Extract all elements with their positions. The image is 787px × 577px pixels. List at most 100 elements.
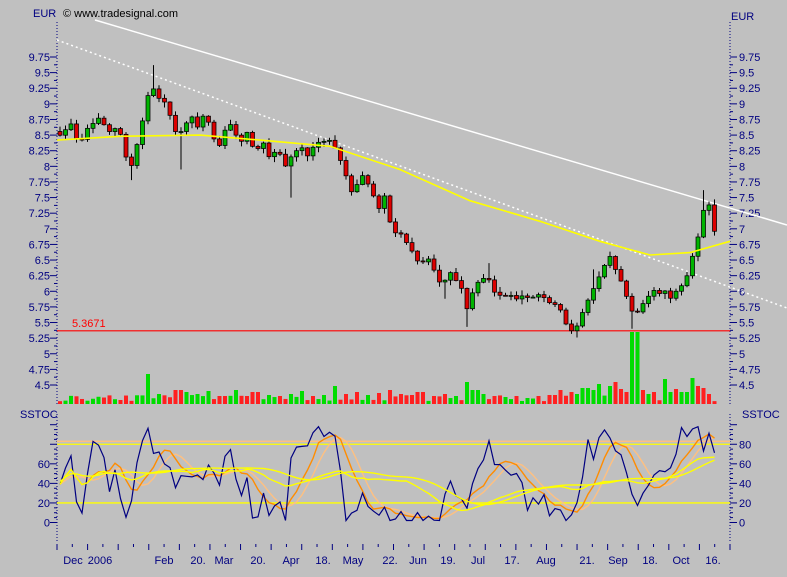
axis-tick-label: 9.25 <box>29 83 50 95</box>
axis-tick-label: 4.75 <box>29 364 50 376</box>
candle-body <box>541 294 547 299</box>
candle-body <box>409 242 415 252</box>
volume-bar <box>338 399 343 404</box>
axis-tick-label: 7.75 <box>29 177 50 189</box>
candle-body <box>475 281 481 294</box>
candle-body <box>426 258 431 263</box>
volume-bar <box>245 396 249 404</box>
candle-body <box>101 117 107 126</box>
volume-bar <box>459 400 464 404</box>
volume-bar <box>415 392 420 404</box>
candle-body <box>184 122 189 132</box>
axis-tick-label: 7.25 <box>29 208 50 220</box>
candle-body <box>393 221 398 234</box>
volume-bar <box>448 398 453 404</box>
candle-body <box>57 131 63 136</box>
volume-bar <box>239 395 244 404</box>
volume-bar <box>234 390 238 404</box>
volume-bar <box>630 332 634 404</box>
candle-body <box>74 123 79 140</box>
axis-tick-label: 0 <box>44 518 50 530</box>
volume-bar <box>272 397 277 404</box>
volume-bar <box>514 396 519 404</box>
candle-body <box>492 279 497 293</box>
volume-bar <box>206 391 211 404</box>
volume-bar <box>597 384 601 404</box>
volume-bar <box>135 395 139 404</box>
volume-bar <box>602 395 607 404</box>
volume-bar <box>426 400 431 404</box>
candle-body <box>442 279 448 283</box>
time-axis-label: Aug <box>536 555 556 567</box>
candle-body <box>602 264 607 278</box>
volume-bar <box>212 399 216 404</box>
candle-body <box>299 147 305 152</box>
volume-bar <box>162 395 167 404</box>
candle-body <box>134 144 140 166</box>
candle-body <box>112 128 118 132</box>
support-level-label: 5.3671 <box>72 318 106 330</box>
candle-body <box>574 325 580 332</box>
volume-bar <box>652 392 656 404</box>
candle-body <box>178 131 184 133</box>
axes <box>50 22 737 541</box>
candle-body <box>261 142 266 149</box>
volume-bar <box>646 394 651 404</box>
candle-body <box>195 116 200 128</box>
candle-body <box>371 183 376 197</box>
volume-bar <box>613 382 618 404</box>
candle-body <box>365 175 371 185</box>
volume-bar <box>443 394 447 404</box>
candle-body <box>360 175 365 185</box>
trading-chart-window: 4.5 4.75 5 5.25 5.5 5.75 6 6.25 6.5 6.75 7 7.25 7.5 7… <box>0 0 787 577</box>
candle-body <box>288 156 294 167</box>
axis-tick-label: 8.5 <box>739 130 754 142</box>
volume-bar <box>195 394 200 404</box>
candle-body <box>140 120 145 145</box>
axis-tick-label: 7.5 <box>35 193 50 205</box>
volume-bar <box>470 390 475 404</box>
axis-tick-label: 5.5 <box>35 318 50 330</box>
axis-tick-label: 5.5 <box>739 318 754 330</box>
volume-bar <box>223 396 227 404</box>
axis-tick-label: 7.75 <box>739 177 760 189</box>
axis-tick-label: 9 <box>739 99 745 111</box>
volume-bar <box>377 393 381 404</box>
volume-bar <box>388 390 392 404</box>
candle-body <box>613 256 618 270</box>
candle-body <box>173 114 178 132</box>
volume-bars <box>58 332 717 404</box>
candle-body <box>657 290 662 294</box>
volume-bar <box>663 379 667 404</box>
candle-body <box>519 295 525 300</box>
chart-canvas: 4.5 4.75 5 5.25 5.5 5.75 6 6.25 6.5 6.75 7 7.25 7.5 7… <box>29 19 787 567</box>
time-axis-label: Dec <box>63 555 83 567</box>
candle-body <box>690 255 695 277</box>
volume-bar <box>586 388 590 404</box>
candle-body <box>580 312 585 327</box>
candle-body <box>63 129 68 136</box>
candle-body <box>618 269 624 282</box>
axis-tick-label: 8.5 <box>35 130 50 142</box>
candle-body <box>558 304 563 311</box>
candle-body <box>646 295 651 304</box>
axis-tick-label: 9.5 <box>739 68 754 80</box>
volume-bar <box>96 396 101 404</box>
axis-tick-label: 6.75 <box>739 239 760 251</box>
candle-body <box>651 290 657 297</box>
volume-bar <box>465 382 469 404</box>
volume-bar <box>509 399 513 404</box>
candle-body <box>305 147 310 157</box>
volume-bar <box>685 392 689 404</box>
axis-tick-label: 5 <box>44 349 50 361</box>
time-axis-labels: Dec 2006 Feb 20. Mar 20. Apr 18. May 22. Jun 19. Jul… <box>63 555 720 567</box>
axis-tick-label: 4.5 <box>35 380 50 392</box>
candle-body <box>206 115 211 123</box>
volume-bar <box>393 396 398 404</box>
candle-body <box>486 278 492 281</box>
candle-body <box>398 232 404 235</box>
volume-bar <box>476 390 480 404</box>
volume-bar <box>536 396 541 404</box>
volume-bar <box>58 401 62 404</box>
time-axis-label: 22. <box>382 555 397 567</box>
